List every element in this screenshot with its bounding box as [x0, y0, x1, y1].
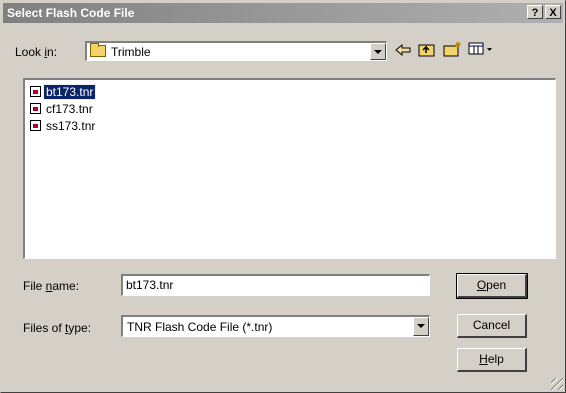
up-folder-icon[interactable]: [417, 41, 437, 61]
close-button[interactable]: X: [545, 5, 561, 19]
file-name-label: File name:: [23, 279, 80, 293]
open-button[interactable]: Open: [456, 273, 528, 299]
chevron-down-icon[interactable]: [413, 317, 429, 336]
back-arrow-icon[interactable]: [393, 41, 413, 61]
file-name-input[interactable]: bt173.tnr: [121, 274, 430, 296]
dialog-title: Select Flash Code File: [7, 6, 135, 20]
file-type-label: Files of type:: [23, 321, 92, 335]
file-icon: [30, 103, 41, 114]
file-type-value: TNR Flash Code File (*.tnr): [127, 320, 273, 334]
file-type-select[interactable]: TNR Flash Code File (*.tnr): [121, 315, 430, 337]
file-icon: [30, 120, 41, 131]
file-list[interactable]: bt173.tnr cf173.tnr ss173.tnr: [23, 78, 556, 259]
select-flash-code-dialog: Select Flash Code File ? X Look in: Trim…: [0, 0, 566, 393]
view-menu-icon[interactable]: [467, 41, 495, 61]
title-bar[interactable]: Select Flash Code File ? X: [3, 3, 563, 23]
look-in-value: Trimble: [111, 45, 151, 59]
help-button[interactable]: Help: [457, 348, 527, 372]
folder-icon: [90, 43, 106, 57]
file-icon: [30, 86, 41, 97]
new-folder-icon[interactable]: [443, 41, 463, 61]
look-in-label: Look in:: [15, 45, 58, 59]
cancel-button[interactable]: Cancel: [457, 314, 527, 338]
help-title-button[interactable]: ?: [527, 5, 543, 19]
look-in-combo[interactable]: Trimble: [85, 41, 387, 61]
resize-grip-icon[interactable]: [551, 378, 563, 390]
chevron-down-icon[interactable]: [370, 43, 386, 60]
